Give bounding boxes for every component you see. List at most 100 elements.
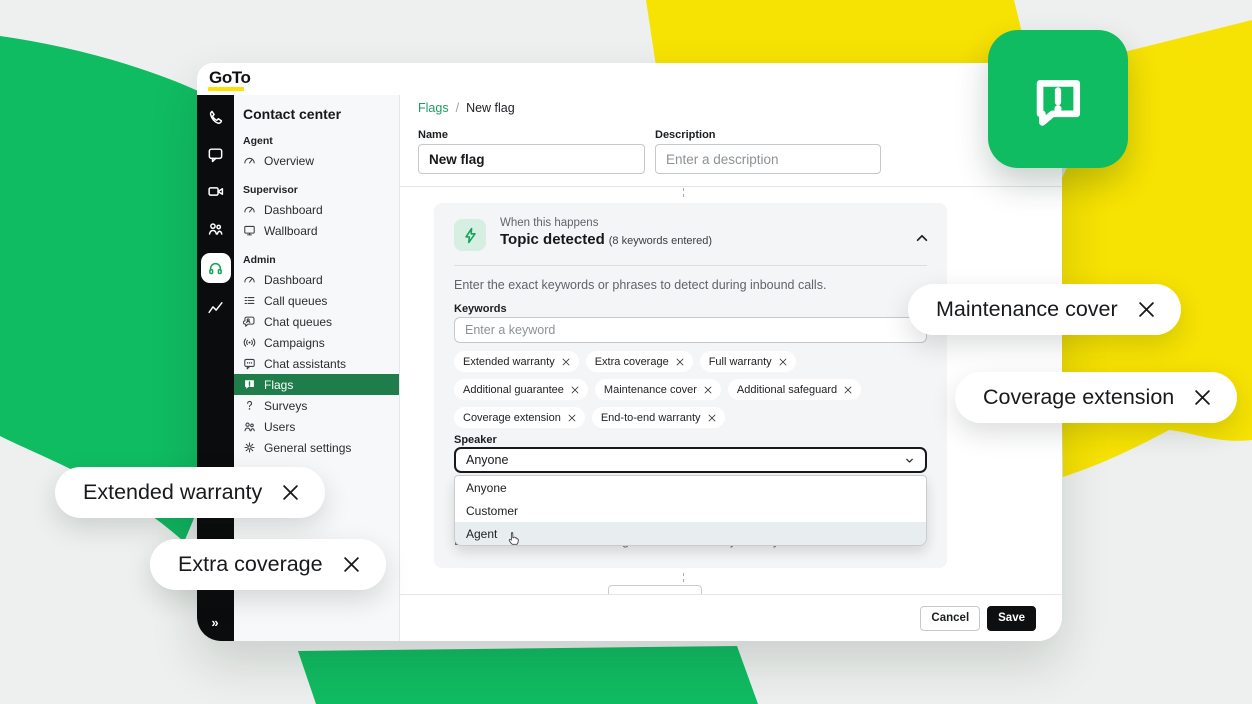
keyword-chip-label: Additional safeguard: [737, 384, 837, 396]
sidebar-item-dashboard[interactable]: Dashboard: [234, 199, 399, 220]
phone-icon[interactable]: [207, 109, 224, 126]
sidebar-item-general-settings[interactable]: General settings: [234, 437, 399, 458]
speaker-label: Speaker: [454, 434, 497, 446]
speaker-dropdown: Anyone Customer Agent: [454, 475, 927, 546]
description-label: Description: [655, 129, 716, 141]
sidebar-section-label: Admin: [243, 254, 399, 266]
keyword-chip-label: Extra coverage: [595, 356, 669, 368]
people-icon[interactable]: [207, 220, 224, 237]
question-icon: [243, 399, 256, 412]
speaker-select[interactable]: Anyone: [454, 447, 927, 473]
close-icon[interactable]: [676, 358, 684, 366]
sidebar-item-label: Dashboard: [264, 203, 323, 217]
sidebar-item-chat-queues[interactable]: Chat queues: [234, 311, 399, 332]
close-icon[interactable]: [343, 556, 360, 573]
floating-keyword-chip: Maintenance cover: [908, 284, 1181, 335]
floating-chip-label: Extended warranty: [83, 480, 262, 505]
keyword-input[interactable]: [454, 317, 927, 343]
sidebar-item-label: Chat assistants: [264, 357, 346, 371]
keyword-chip: Extra coverage: [586, 351, 693, 372]
headset-icon: [207, 260, 224, 277]
green-strip-bottom: [298, 646, 758, 704]
sidebar-item-dashboard[interactable]: Dashboard: [234, 269, 399, 290]
speaker-option-label: Customer: [466, 504, 518, 518]
sidebar-item-users[interactable]: Users: [234, 416, 399, 437]
name-label: Name: [418, 129, 448, 141]
sidebar-item-label: General settings: [264, 441, 351, 455]
footer-bar: Cancel Save: [400, 594, 1062, 641]
cancel-button[interactable]: Cancel: [920, 606, 980, 631]
sidebar-item-wallboard[interactable]: Wallboard: [234, 220, 399, 241]
keyword-chip-label: Full warranty: [709, 356, 772, 368]
floating-keyword-chip: Extended warranty: [55, 467, 325, 518]
step-title-suffix: (8 keywords entered): [609, 235, 712, 247]
sidebar-item-label: Campaigns: [264, 336, 325, 350]
header-divider: [400, 186, 1062, 187]
gauge-icon: [243, 154, 256, 167]
keyword-chip-label: Extended warranty: [463, 356, 555, 368]
chevron-up-icon[interactable]: [915, 231, 929, 245]
close-icon[interactable]: [779, 358, 787, 366]
sidebar-item-call-queues[interactable]: Call queues: [234, 290, 399, 311]
step-title: Topic detected(8 keywords entered): [500, 231, 712, 248]
close-icon[interactable]: [282, 484, 299, 501]
chat-icon[interactable]: [207, 146, 224, 163]
save-button[interactable]: Save: [987, 606, 1036, 631]
sidebar-item-chat-assistants[interactable]: Chat assistants: [234, 353, 399, 374]
wallboard-icon: [243, 224, 256, 237]
floating-keyword-chip: Coverage extension: [955, 372, 1237, 423]
analytics-icon[interactable]: [207, 299, 224, 316]
sidebar-item-surveys[interactable]: Surveys: [234, 395, 399, 416]
close-icon[interactable]: [568, 414, 576, 422]
keyword-chip-label: End-to-end warranty: [601, 412, 701, 424]
floating-keyword-chip: Extra coverage: [150, 539, 386, 590]
card-divider: [454, 265, 927, 266]
step-connector: [683, 573, 684, 582]
keyword-chip-label: Coverage extension: [463, 412, 561, 424]
sidebar-item-flags[interactable]: Flags: [234, 374, 399, 395]
step-connector: [683, 188, 684, 197]
speaker-option-customer[interactable]: Customer: [455, 499, 926, 522]
floating-chip-label: Maintenance cover: [936, 297, 1118, 322]
step-kicker: When this happens: [500, 217, 598, 229]
chat-dots-icon: [243, 357, 256, 370]
close-icon[interactable]: [708, 414, 716, 422]
speaker-option-agent[interactable]: Agent: [455, 522, 926, 545]
flag-alert-icon: [988, 30, 1128, 168]
close-icon[interactable]: [704, 386, 712, 394]
sidebar-item-label: Call queues: [264, 294, 327, 308]
main-content: Flags / New flag Name Description When t…: [400, 95, 1062, 641]
keyword-chip: Coverage extension: [454, 407, 585, 428]
close-icon[interactable]: [562, 358, 570, 366]
keyword-chip-list: Extended warranty Extra coverage Full warr…: [454, 351, 927, 428]
goto-logo: GoTo: [209, 68, 251, 88]
list-icon: [243, 294, 256, 307]
broadcast-icon: [243, 336, 256, 349]
speaker-option-label: Anyone: [466, 481, 507, 495]
keyword-chip: Additional safeguard: [728, 379, 861, 400]
people-icon: [243, 420, 256, 433]
video-icon[interactable]: [207, 183, 224, 200]
close-icon[interactable]: [571, 386, 579, 394]
name-input[interactable]: [418, 144, 645, 174]
close-icon[interactable]: [1138, 301, 1155, 318]
speaker-option-anyone[interactable]: Anyone: [455, 476, 926, 499]
close-icon[interactable]: [844, 386, 852, 394]
sidebar-section-label: Supervisor: [243, 184, 399, 196]
rail-selected-tile[interactable]: [201, 253, 231, 283]
expand-rail-chevrons[interactable]: »: [211, 615, 219, 630]
keyword-chip: Extended warranty: [454, 351, 579, 372]
sidebar-item-label: Wallboard: [264, 224, 318, 238]
chat-person-icon: [243, 315, 256, 328]
sidebar-item-campaigns[interactable]: Campaigns: [234, 332, 399, 353]
sidebar-item-label: Overview: [264, 154, 314, 168]
sidebar-item-label: Surveys: [264, 399, 307, 413]
close-icon[interactable]: [1194, 389, 1211, 406]
description-input[interactable]: [655, 144, 881, 174]
lightning-icon: [454, 219, 486, 251]
keywords-instructions: Enter the exact keywords or phrases to d…: [454, 278, 826, 292]
keyword-chip-label: Additional guarantee: [463, 384, 564, 396]
sidebar-item-overview[interactable]: Overview: [234, 150, 399, 171]
breadcrumb-flags-link[interactable]: Flags: [418, 101, 449, 115]
gauge-icon: [243, 273, 256, 286]
